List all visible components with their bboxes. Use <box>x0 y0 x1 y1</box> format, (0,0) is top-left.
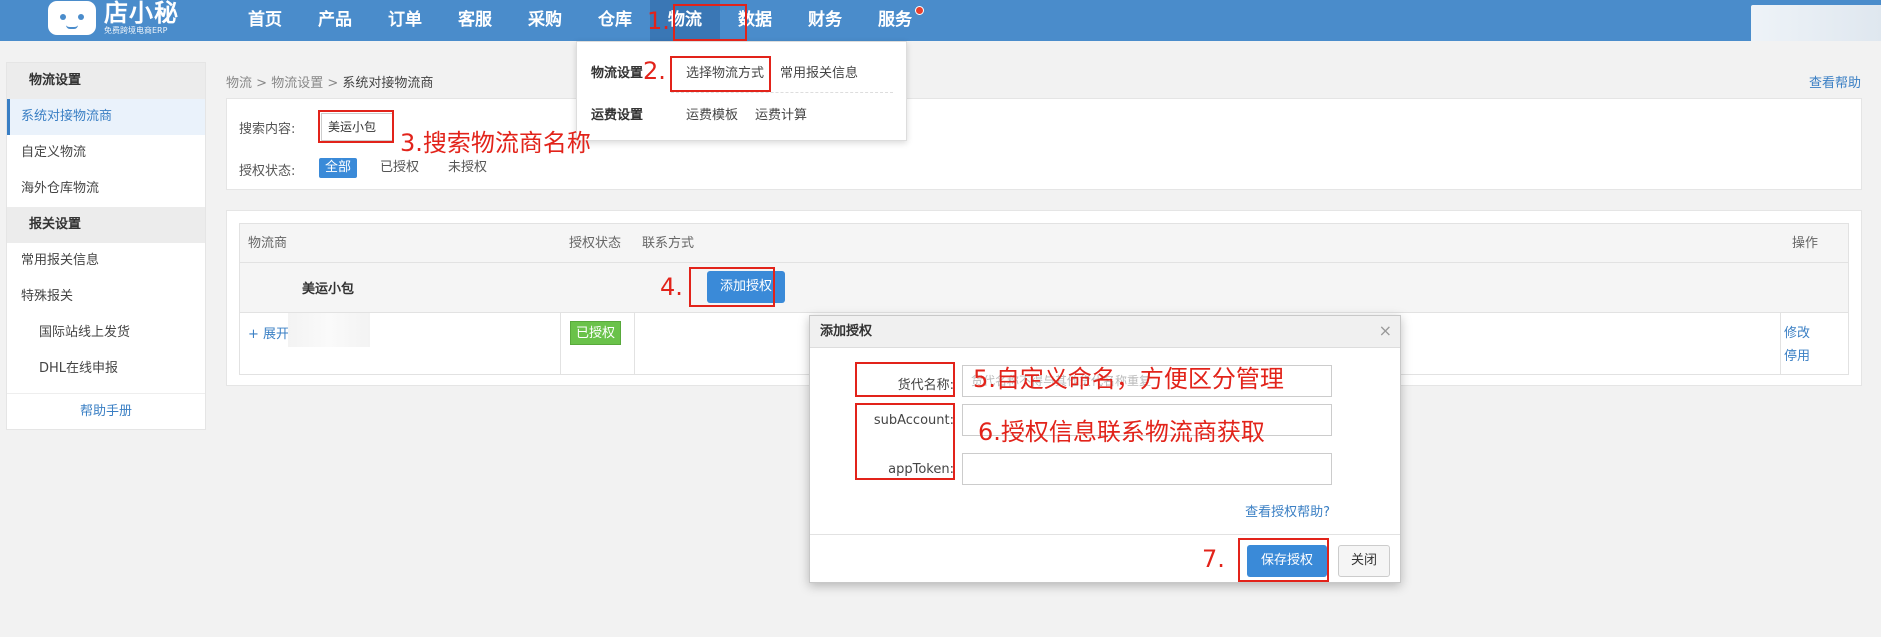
nav-purchase[interactable]: 采购 <box>510 0 580 41</box>
sidebar-help-manual[interactable]: 帮助手册 <box>7 393 205 429</box>
logistics-dropdown-menu: 物流设置 选择物流方式 常用报关信息 运费设置 运费模板 运费计算 <box>576 41 907 141</box>
dropdown-freight-template[interactable]: 运费模板 <box>686 104 738 123</box>
annotation-step-5: 5.自定义命名，方便区分管理 <box>973 365 1284 393</box>
add-authorization-dialog: 添加授权 × 货代名称: 货代名称不得与其他货代名称重复 subAccount:… <box>809 315 1401 583</box>
sidebar-item-common-customs[interactable]: 常用报关信息 <box>7 243 205 279</box>
filter-authorized[interactable]: 已授权 <box>374 158 425 178</box>
sidebar-subitem-dhl[interactable]: DHL在线申报 <box>7 351 205 387</box>
dialog-title: 添加授权 <box>810 316 1400 348</box>
annotation-step-1: 1. <box>647 7 670 35</box>
top-navbar: 店小秘 免费跨境电商ERP 首页 产品 订单 客服 采购 仓库 物流 数据 财务… <box>0 0 1881 41</box>
nav-warehouse[interactable]: 仓库 <box>580 0 650 41</box>
dropdown-title-logistics-settings: 物流设置 <box>591 66 644 81</box>
logo[interactable]: 店小秘 免费跨境电商ERP <box>48 0 179 36</box>
view-help-link[interactable]: 查看帮助 <box>1809 72 1861 91</box>
filter-all[interactable]: 全部 <box>319 158 358 178</box>
nav-home[interactable]: 首页 <box>230 0 300 41</box>
annotation-step-3: 3.搜索物流商名称 <box>400 129 591 157</box>
nav-products[interactable]: 产品 <box>300 0 370 41</box>
expand-link[interactable]: + 展开 <box>248 323 289 342</box>
logo-name: 店小秘 <box>104 0 179 28</box>
auth-help-link[interactable]: 查看授权帮助? <box>1245 501 1330 520</box>
th-carrier: 物流商 <box>248 236 288 251</box>
search-input[interactable]: 美运小包 <box>321 113 393 141</box>
sidebar-subitem-intl-station[interactable]: 国际站线上发货 <box>7 315 205 351</box>
close-dialog-button[interactable]: 关闭 <box>1338 545 1390 577</box>
breadcrumb-settings[interactable]: 物流设置 <box>271 76 323 91</box>
main-nav: 首页 产品 订单 客服 采购 仓库 物流 数据 财务 服务 <box>230 0 930 41</box>
dropdown-title-freight-settings: 运费设置 <box>591 108 644 123</box>
add-authorization-button[interactable]: 添加授权 <box>707 271 785 303</box>
annotation-step-7: 7. <box>1202 545 1225 573</box>
sidebar: 物流设置 系统对接物流商 自定义物流 海外仓库物流 报关设置 常用报关信息 特殊… <box>6 62 206 430</box>
apptoken-label: appToken: <box>888 462 954 477</box>
th-auth-status: 授权状态 <box>569 236 622 251</box>
filter-unauthorized[interactable]: 未授权 <box>442 158 493 178</box>
sidebar-item-special-customs[interactable]: 特殊报关 <box>7 279 205 315</box>
notification-dot-icon <box>915 6 924 15</box>
sidebar-section-logistics: 物流设置 <box>7 63 205 99</box>
sidebar-item-overseas-warehouse[interactable]: 海外仓库物流 <box>7 171 205 207</box>
sidebar-section-customs: 报关设置 <box>7 207 205 243</box>
breadcrumb-current: 系统对接物流商 <box>342 76 434 91</box>
nav-service[interactable]: 客服 <box>440 0 510 41</box>
breadcrumb-separator: > <box>256 76 268 91</box>
search-label: 搜索内容: <box>239 122 296 137</box>
nav-services-label: 服务 <box>878 10 912 30</box>
dialog-footer: 保存授权 关闭 <box>810 534 1400 584</box>
sidebar-item-custom-logistics[interactable]: 自定义物流 <box>7 135 205 171</box>
user-account-area[interactable] <box>1751 5 1881 41</box>
dropdown-common-customs-info[interactable]: 常用报关信息 <box>780 62 858 81</box>
nav-services[interactable]: 服务 <box>860 0 930 41</box>
blurred-account-name <box>288 313 370 347</box>
disable-link[interactable]: 停用 <box>1784 345 1810 364</box>
nav-finance[interactable]: 财务 <box>790 0 860 41</box>
forwarder-name-label: 货代名称: <box>897 378 954 393</box>
sidebar-item-system-carriers[interactable]: 系统对接物流商 <box>7 99 205 135</box>
annotation-step-4: 4. <box>660 273 683 301</box>
nav-orders[interactable]: 订单 <box>370 0 440 41</box>
edit-link[interactable]: 修改 <box>1784 322 1810 341</box>
carrier-group-row: 美运小包 添加授权 <box>239 263 1849 313</box>
apptoken-input[interactable] <box>962 453 1332 485</box>
status-badge: 已授权 <box>570 321 622 345</box>
dropdown-freight-calculator[interactable]: 运费计算 <box>755 104 807 123</box>
th-actions: 操作 <box>1791 236 1818 251</box>
dropdown-select-shipping-method[interactable]: 选择物流方式 <box>686 62 764 81</box>
table-header: 物流商 授权状态 联系方式 操作 <box>239 223 1849 263</box>
breadcrumb: 物流 > 物流设置 > 系统对接物流商 <box>226 72 433 91</box>
close-icon[interactable]: × <box>1379 316 1392 346</box>
th-contact: 联系方式 <box>642 236 695 251</box>
breadcrumb-logistics[interactable]: 物流 <box>226 76 252 91</box>
save-authorization-button[interactable]: 保存授权 <box>1247 545 1327 577</box>
nav-data[interactable]: 数据 <box>720 0 790 41</box>
carrier-group-name: 美运小包 <box>302 282 355 297</box>
annotation-step-2: 2. <box>643 57 666 85</box>
auth-status-label: 授权状态: <box>239 164 296 179</box>
breadcrumb-separator: > <box>327 76 339 91</box>
robot-logo-icon <box>48 1 96 35</box>
annotation-step-6: 6.授权信息联系物流商获取 <box>978 418 1265 446</box>
logo-tagline: 免费跨境电商ERP <box>104 25 168 35</box>
subaccount-label: subAccount: <box>873 413 954 428</box>
